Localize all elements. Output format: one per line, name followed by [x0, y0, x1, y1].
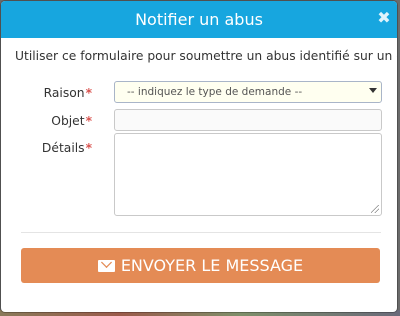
details-label: Détails*	[12, 141, 92, 155]
subject-label-text: Objet	[51, 114, 85, 128]
details-label-text: Détails	[41, 141, 85, 155]
reason-label-text: Raison	[43, 86, 85, 100]
chevron-down-icon	[369, 88, 377, 93]
required-marker: *	[85, 86, 92, 100]
modal-header: Notifier un abus ✖	[1, 1, 397, 38]
send-message-button[interactable]: ENVOYER LE MESSAGE	[21, 248, 380, 283]
resize-grip-icon[interactable]	[371, 205, 379, 213]
reason-selected-option: -- indiquez le type de demande --	[127, 86, 303, 98]
modal-title: Notifier un abus	[135, 10, 263, 29]
envelope-icon	[97, 259, 115, 272]
intro-text: Utiliser ce formulaire pour soumettre un…	[15, 49, 397, 63]
reason-label: Raison*	[12, 86, 92, 100]
close-icon[interactable]: ✖	[377, 10, 391, 26]
details-textarea[interactable]	[114, 133, 382, 216]
send-message-label: ENVOYER LE MESSAGE	[120, 256, 304, 275]
required-marker: *	[85, 114, 92, 128]
form-divider	[21, 232, 381, 233]
subject-input[interactable]	[114, 109, 382, 131]
subject-label: Objet*	[12, 114, 92, 128]
required-marker: *	[85, 141, 92, 155]
report-abuse-modal: Notifier un abus ✖ Utiliser ce formulair…	[1, 1, 397, 312]
reason-select[interactable]: -- indiquez le type de demande --	[114, 81, 382, 103]
